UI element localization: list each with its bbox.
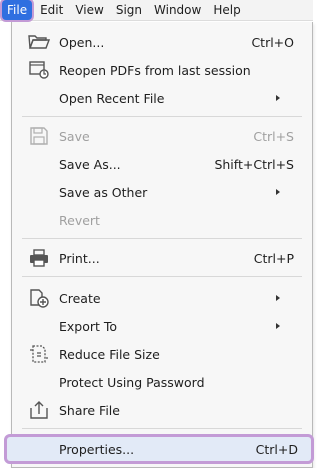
menu-item-label: Reduce File Size (59, 346, 160, 362)
submenu-arrow-icon (276, 95, 280, 101)
menu-item-label: Export To (59, 318, 118, 334)
menu-item-save-as[interactable]: Save As... Shift+Ctrl+S (12, 150, 312, 178)
share-upload-icon (28, 400, 50, 420)
shortcut-text: Shift+Ctrl+S (214, 156, 294, 172)
menu-item-properties[interactable]: Properties... Ctrl+D (4, 434, 314, 464)
submenu-arrow-icon (276, 189, 280, 195)
create-document-icon (28, 288, 50, 308)
menu-item-label: Properties... (59, 441, 135, 457)
shortcut-text: Ctrl+S (253, 128, 294, 144)
menu-item-label: Share File (59, 402, 120, 418)
menu-item-label: Print... (59, 250, 100, 266)
printer-icon (28, 248, 50, 268)
menu-item-protect-password[interactable]: Protect Using Password (12, 368, 312, 396)
submenu-arrow-icon (276, 323, 280, 329)
menu-separator (22, 116, 302, 117)
menu-sign[interactable]: Sign (110, 0, 148, 20)
menu-item-label: Protect Using Password (59, 374, 205, 390)
save-disk-icon (28, 126, 50, 146)
menu-item-label: Revert (59, 212, 100, 228)
menu-window[interactable]: Window (148, 0, 207, 20)
menu-item-label: Create (59, 290, 101, 306)
menu-separator (22, 428, 302, 429)
menu-file[interactable]: File (2, 0, 33, 20)
menu-bar: File Edit View Sign Window Help (0, 0, 313, 21)
menu-item-label: Save (59, 128, 90, 144)
menu-item-create[interactable]: Create (12, 284, 312, 312)
submenu-arrow-icon (276, 295, 280, 301)
menu-item-reduce-size[interactable]: Reduce File Size (12, 340, 312, 368)
file-menu-dropdown: Open... Ctrl+O Reopen PDFs from last ses… (4, 22, 314, 468)
menu-item-revert[interactable]: Revert (12, 206, 312, 234)
menu-item-label: Open... (59, 34, 105, 50)
menu-separator (22, 238, 302, 239)
menu-view[interactable]: View (69, 0, 109, 20)
menu-item-save[interactable]: Save Ctrl+S (12, 122, 312, 150)
menu-item-export-to[interactable]: Export To (12, 312, 312, 340)
shortcut-text: Ctrl+D (255, 441, 298, 457)
menu-item-label: Open Recent File (59, 90, 165, 106)
menu-item-open[interactable]: Open... Ctrl+O (12, 28, 312, 56)
menu-help[interactable]: Help (207, 0, 246, 20)
menu-separator (22, 276, 302, 277)
menu-item-share-file[interactable]: Share File (12, 396, 312, 424)
shortcut-text: Ctrl+P (253, 250, 294, 266)
menu-item-label: Reopen PDFs from last session (59, 62, 251, 78)
menu-item-label: Save as Other (59, 184, 148, 200)
compress-file-icon (28, 344, 50, 364)
folder-open-icon (28, 32, 50, 52)
menu-item-reopen[interactable]: Reopen PDFs from last session (12, 56, 312, 84)
menu-item-open-recent[interactable]: Open Recent File (12, 84, 312, 112)
shortcut-text: Ctrl+O (251, 34, 294, 50)
menu-item-print[interactable]: Print... Ctrl+P (12, 244, 312, 272)
menu-item-save-as-other[interactable]: Save as Other (12, 178, 312, 206)
menu-item-label: Save As... (59, 156, 121, 172)
menu-edit[interactable]: Edit (34, 0, 69, 20)
reopen-documents-icon (28, 60, 50, 80)
